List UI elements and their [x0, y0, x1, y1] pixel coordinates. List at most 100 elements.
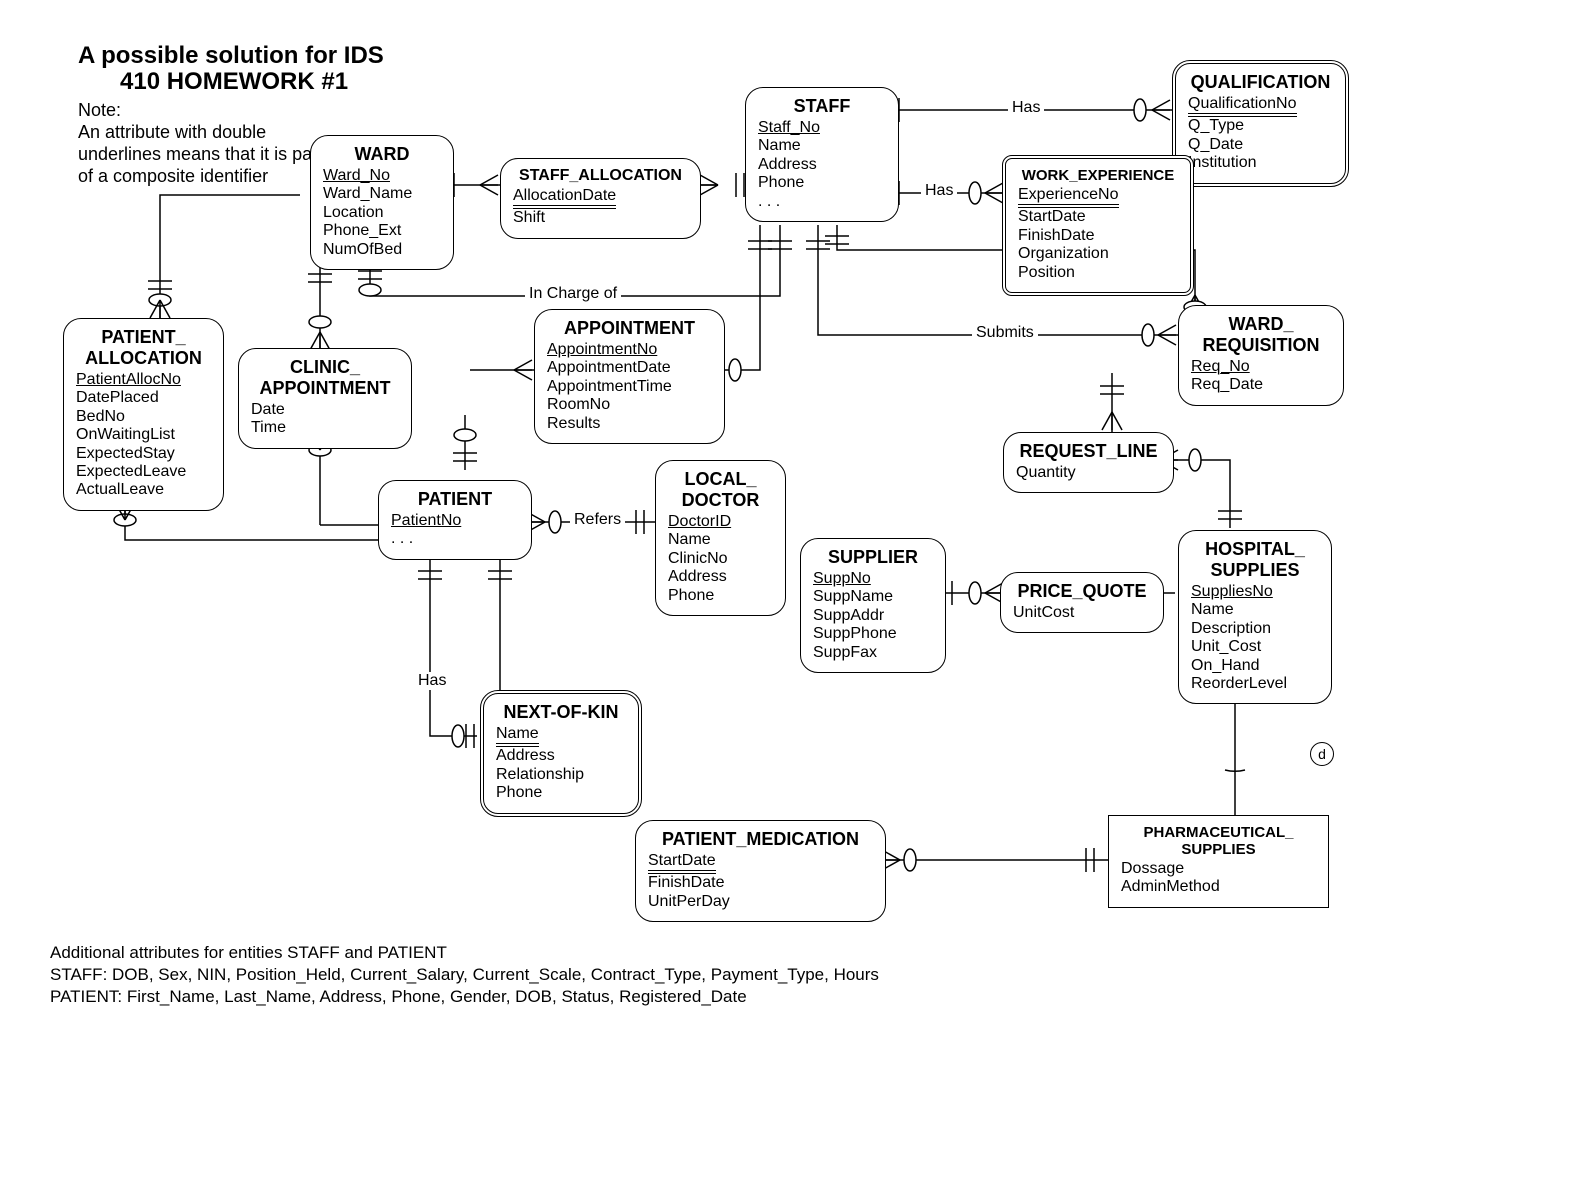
attr: Address [496, 747, 626, 765]
attr: ExpectedStay [76, 445, 211, 463]
attr: SuppFax [813, 644, 933, 662]
attr: Date [251, 401, 399, 419]
attr: Q_Date [1188, 136, 1333, 154]
entity-patient: PATIENT PatientNo . . . [378, 480, 532, 560]
attr: Unit_Cost [1191, 638, 1319, 656]
attr: SuppNo [813, 570, 871, 587]
attr: Relationship [496, 766, 626, 784]
entity-title: APPOINTMENT [547, 318, 712, 339]
entity-patient-medication: PATIENT_MEDICATION StartDate FinishDate … [635, 820, 886, 922]
entity-title: PATIENT [391, 489, 519, 510]
attr: UnitPerDay [648, 893, 873, 911]
attr: Dossage [1121, 860, 1316, 878]
entity-staff-allocation: STAFF_ALLOCATION AllocationDate Shift [500, 158, 701, 239]
attr: UnitCost [1013, 604, 1151, 622]
entity-title: PRICE_QUOTE [1013, 581, 1151, 602]
attr: DatePlaced [76, 389, 211, 407]
entity-qualification: QUALIFICATION QualificationNo Q_Type Q_D… [1172, 60, 1349, 187]
attr: RoomNo [547, 396, 712, 414]
attr: StartDate [1018, 208, 1178, 226]
attr: Name [496, 725, 539, 747]
attr: QualificationNo [1188, 95, 1297, 117]
attr: SuppPhone [813, 625, 933, 643]
entity-title: WORK_EXPERIENCE [1018, 167, 1178, 184]
attr: DoctorID [668, 513, 731, 530]
entity-title: CLINIC_ APPOINTMENT [251, 357, 399, 399]
attr: ReorderLevel [1191, 675, 1319, 693]
entity-title: WARD [323, 144, 441, 165]
entity-request-line: REQUEST_LINE Quantity [1003, 432, 1174, 493]
entity-appointment: APPOINTMENT AppointmentNo AppointmentDat… [534, 309, 725, 444]
attr: Req_No [1191, 358, 1250, 375]
entity-ward: WARD Ward_No Ward_Name Location Phone_Ex… [310, 135, 454, 270]
attr: . . . [391, 530, 519, 548]
attr: NumOfBed [323, 241, 441, 259]
entity-work-experience: WORK_EXPERIENCE ExperienceNo StartDate F… [1002, 155, 1194, 296]
attr: SuppAddr [813, 607, 933, 625]
attr: Req_Date [1191, 376, 1331, 394]
attr: Phone [758, 174, 886, 192]
rel-refers: Refers [570, 511, 625, 529]
entity-title: HOSPITAL_ SUPPLIES [1191, 539, 1319, 581]
attr: FinishDate [648, 874, 873, 892]
attr: Ward_Name [323, 185, 441, 203]
attr: Ward_No [323, 167, 390, 184]
footer-line-2: STAFF: DOB, Sex, NIN, Position_Held, Cur… [50, 965, 879, 985]
entity-patient-allocation: PATIENT_ ALLOCATION PatientAllocNo DateP… [63, 318, 224, 511]
footer-line-3: PATIENT: First_Name, Last_Name, Address,… [50, 987, 747, 1007]
attr: SuppName [813, 588, 933, 606]
attr: ClinicNo [668, 550, 773, 568]
rel-has-workexp: Has [921, 182, 957, 200]
rel-submits: Submits [972, 324, 1038, 342]
entity-title: QUALIFICATION [1188, 72, 1333, 93]
attr: Phone [496, 784, 626, 802]
attr: PatientNo [391, 512, 461, 529]
er-diagram-page: A possible solution for IDS 410 HOMEWORK… [0, 0, 1590, 1183]
attr: StartDate [648, 852, 716, 874]
attr: Q_Type [1188, 117, 1333, 135]
attr: Organization [1018, 245, 1178, 263]
attr: AppointmentDate [547, 359, 712, 377]
attr: . . . [758, 193, 886, 211]
entity-title: WARD_ REQUISITION [1191, 314, 1331, 356]
entity-price-quote: PRICE_QUOTE UnitCost [1000, 572, 1164, 633]
attr: BedNo [76, 408, 211, 426]
attr: Institution [1188, 154, 1333, 172]
attr: AllocationDate [513, 187, 616, 209]
entity-local-doctor: LOCAL_ DOCTOR DoctorID Name ClinicNo Add… [655, 460, 786, 616]
subtype-d-indicator: d [1310, 742, 1334, 766]
attr: ExpectedLeave [76, 463, 211, 481]
entity-clinic-appointment: CLINIC_ APPOINTMENT Date Time [238, 348, 412, 449]
entity-ward-requisition: WARD_ REQUISITION Req_No Req_Date [1178, 305, 1344, 406]
attr: Staff_No [758, 119, 820, 136]
attr: ActualLeave [76, 481, 211, 499]
entity-staff: STAFF Staff_No Name Address Phone . . . [745, 87, 899, 222]
entity-title: STAFF_ALLOCATION [513, 167, 688, 185]
attr: On_Hand [1191, 657, 1319, 675]
entity-pharmaceutical-supplies: PHARMACEUTICAL_ SUPPLIES Dossage AdminMe… [1108, 815, 1329, 908]
entity-title: LOCAL_ DOCTOR [668, 469, 773, 511]
attr: Time [251, 419, 399, 437]
attr: AdminMethod [1121, 878, 1316, 896]
attr: Address [668, 568, 773, 586]
entity-next-of-kin: NEXT-OF-KIN Name Address Relationship Ph… [480, 690, 642, 817]
attr: Address [758, 156, 886, 174]
entity-title: PATIENT_MEDICATION [648, 829, 873, 850]
attr: Results [547, 415, 712, 433]
rel-has-qualification: Has [1008, 99, 1044, 117]
attr: Name [758, 137, 886, 155]
entity-supplier: SUPPLIER SuppNo SuppName SuppAddr SuppPh… [800, 538, 946, 673]
attr: Shift [513, 209, 688, 227]
footer-line-1: Additional attributes for entities STAFF… [50, 943, 447, 963]
attr: Description [1191, 620, 1319, 638]
attr: Phone_Ext [323, 222, 441, 240]
attr: Position [1018, 264, 1178, 282]
entity-hospital-supplies: HOSPITAL_ SUPPLIES SuppliesNo Name Descr… [1178, 530, 1332, 704]
rel-in-charge-of: In Charge of [525, 285, 621, 303]
entity-title: NEXT-OF-KIN [496, 702, 626, 723]
entity-title: STAFF [758, 96, 886, 117]
entity-title: SUPPLIER [813, 547, 933, 568]
attr: FinishDate [1018, 227, 1178, 245]
attr: Location [323, 204, 441, 222]
attr: Phone [668, 587, 773, 605]
